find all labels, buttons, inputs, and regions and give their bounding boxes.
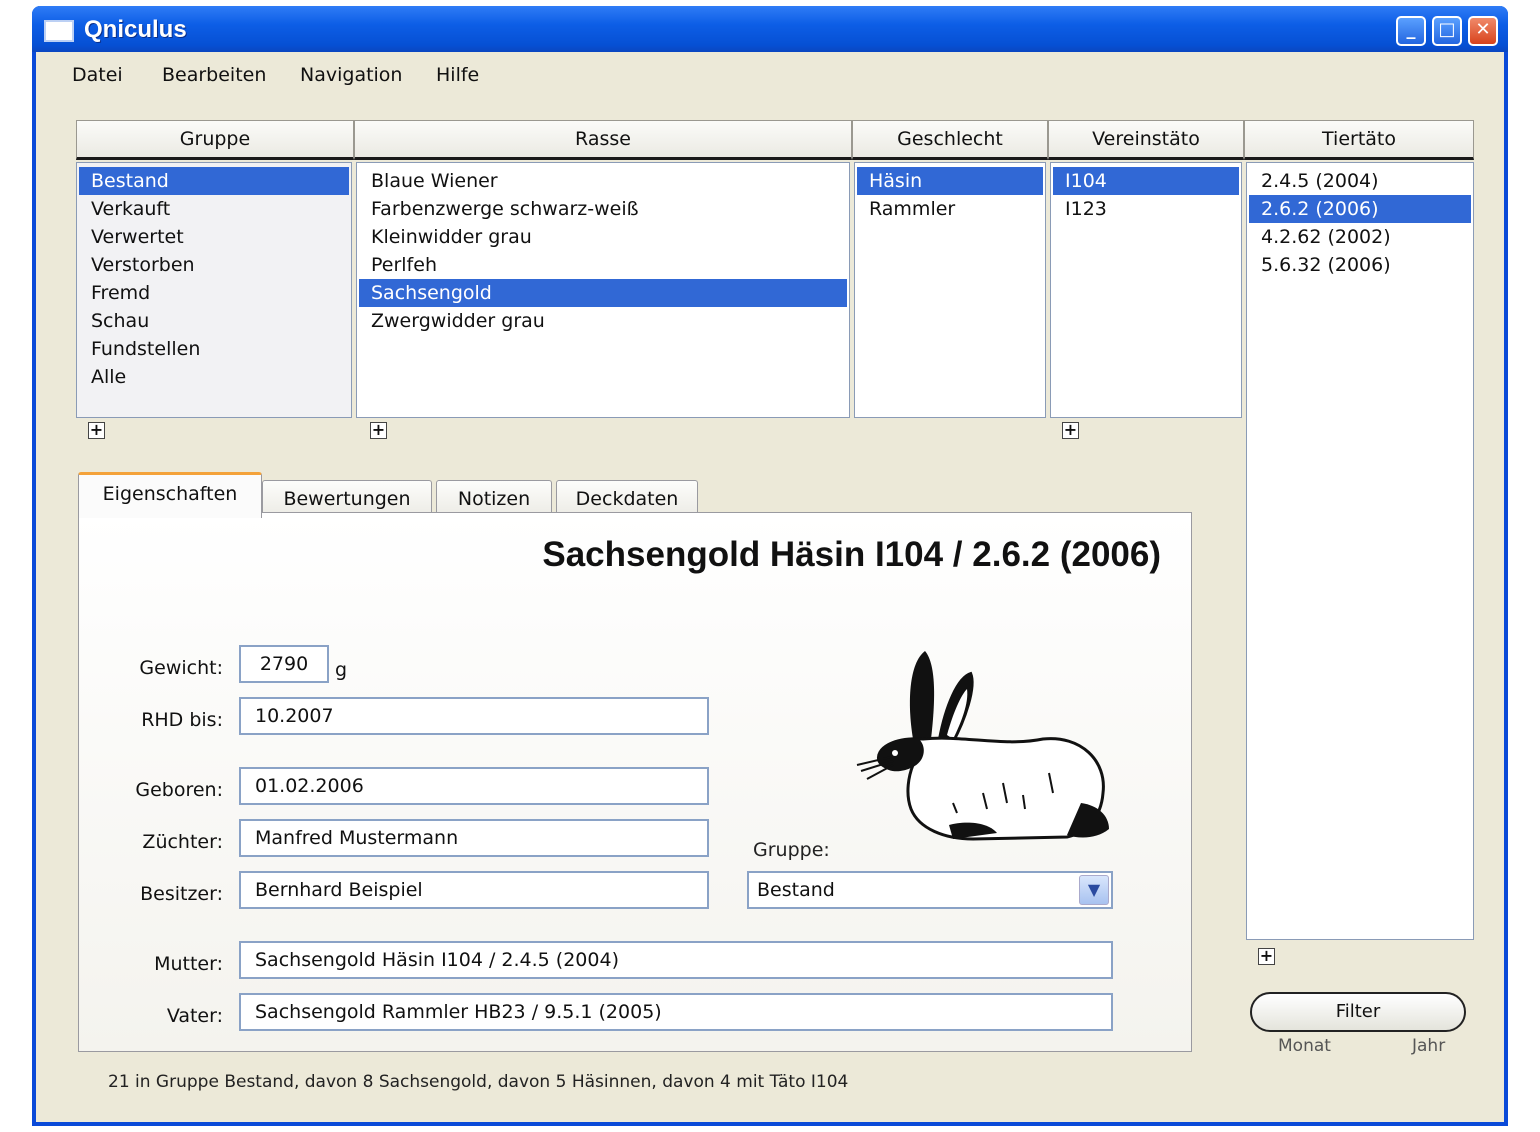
app-icon	[44, 20, 74, 42]
header-vereinstaeto[interactable]: Vereinstäto	[1048, 120, 1244, 160]
header-geschlecht[interactable]: Geschlecht	[852, 120, 1048, 160]
header-rasse[interactable]: Rasse	[354, 120, 852, 160]
list-item[interactable]: Häsin	[857, 167, 1043, 195]
animal-title: Sachsengold Häsin I104 / 2.6.2 (2006)	[542, 535, 1161, 574]
list-item[interactable]: Kleinwidder grau	[359, 223, 847, 251]
list-rasse[interactable]: Blaue Wiener Farbenzwerge schwarz-weiß Kle…	[356, 162, 850, 418]
list-item[interactable]: Alle	[79, 363, 349, 391]
app-window: Qniculus _ □ ✕ Datei Bearbeiten Navigati…	[32, 6, 1508, 1126]
status-bar-text: 21 in Gruppe Bestand, davon 8 Sachsengol…	[108, 1072, 849, 1092]
besitzer-field[interactable]: Bernhard Beispiel	[239, 871, 709, 909]
geboren-label: Geboren:	[135, 779, 223, 801]
list-item[interactable]: 4.2.62 (2002)	[1249, 223, 1471, 251]
gruppe-select-value: Bestand	[757, 879, 835, 901]
list-item[interactable]: Blaue Wiener	[359, 167, 847, 195]
gewicht-label: Gewicht:	[139, 657, 223, 679]
tab-eigenschaften[interactable]: Eigenschaften	[78, 472, 262, 518]
zuechter-label: Züchter:	[142, 831, 223, 853]
mutter-field[interactable]: Sachsengold Häsin I104 / 2.4.5 (2004)	[239, 941, 1113, 979]
maximize-button[interactable]: □	[1432, 16, 1462, 46]
menu-bar: Datei Bearbeiten Navigation Hilfe	[36, 58, 1504, 94]
list-item[interactable]: I104	[1053, 167, 1239, 195]
list-tiertaeto[interactable]: 2.4.5 (2004) 2.6.2 (2006) 4.2.62 (2002) 5.6…	[1246, 162, 1474, 940]
list-item[interactable]: 2.4.5 (2004)	[1249, 167, 1471, 195]
filter-button[interactable]: Filter	[1250, 992, 1466, 1032]
tab-bewertungen[interactable]: Bewertungen	[262, 480, 432, 516]
header-gruppe[interactable]: Gruppe	[76, 120, 354, 160]
rhd-label: RHD bis:	[141, 709, 223, 731]
list-item[interactable]: Verstorben	[79, 251, 349, 279]
menu-bearbeiten[interactable]: Bearbeiten	[162, 64, 266, 86]
add-tiertaeto-button[interactable]: +	[1258, 948, 1275, 965]
jahr-label: Jahr	[1412, 1036, 1446, 1056]
add-gruppe-button[interactable]: +	[88, 422, 105, 439]
tab-deckdaten[interactable]: Deckdaten	[556, 480, 698, 516]
geboren-field[interactable]: 01.02.2006	[239, 767, 709, 805]
tab-notizen[interactable]: Notizen	[436, 480, 552, 516]
title-bar[interactable]: Qniculus _ □ ✕	[32, 6, 1508, 52]
list-item[interactable]: Fremd	[79, 279, 349, 307]
menu-hilfe[interactable]: Hilfe	[436, 64, 479, 86]
mutter-label: Mutter:	[154, 953, 223, 975]
rhd-field[interactable]: 10.2007	[239, 697, 709, 735]
besitzer-label: Besitzer:	[140, 883, 223, 905]
gruppe-select[interactable]: Bestand ▼	[747, 871, 1113, 909]
monat-label: Monat	[1278, 1036, 1331, 1056]
list-vereinstaeto[interactable]: I104 I123	[1050, 162, 1242, 418]
list-geschlecht[interactable]: Häsin Rammler	[854, 162, 1046, 418]
eigenschaften-panel: Sachsengold Häsin I104 / 2.6.2 (2006) Ge…	[78, 512, 1192, 1052]
gruppe-select-label: Gruppe:	[753, 839, 830, 861]
list-gruppe[interactable]: Bestand Verkauft Verwertet Verstorben Fremd S…	[76, 162, 352, 418]
list-item[interactable]: Perlfeh	[359, 251, 847, 279]
list-item[interactable]: Verkauft	[79, 195, 349, 223]
menu-datei[interactable]: Datei	[72, 64, 123, 86]
header-tiertaeto[interactable]: Tiertäto	[1244, 120, 1474, 160]
list-item[interactable]: 2.6.2 (2006)	[1249, 195, 1471, 223]
gewicht-field[interactable]: 2790	[239, 645, 329, 683]
gewicht-unit: g	[335, 659, 348, 681]
list-item[interactable]: Verwertet	[79, 223, 349, 251]
list-item[interactable]: 5.6.32 (2006)	[1249, 251, 1471, 279]
add-vereinstaeto-button[interactable]: +	[1062, 422, 1079, 439]
vater-field[interactable]: Sachsengold Rammler HB23 / 9.5.1 (2005)	[239, 993, 1113, 1031]
window-title: Qniculus	[84, 16, 187, 43]
list-item[interactable]: Zwergwidder grau	[359, 307, 847, 335]
minimize-button[interactable]: _	[1396, 16, 1426, 46]
list-item[interactable]: Rammler	[857, 195, 1043, 223]
list-item[interactable]: Fundstellen	[79, 335, 349, 363]
rabbit-illustration	[856, 651, 1109, 841]
list-item[interactable]: I123	[1053, 195, 1239, 223]
list-item[interactable]: Bestand	[79, 167, 349, 195]
zuechter-field[interactable]: Manfred Mustermann	[239, 819, 709, 857]
add-rasse-button[interactable]: +	[370, 422, 387, 439]
list-item[interactable]: Sachsengold	[359, 279, 847, 307]
close-button[interactable]: ✕	[1468, 16, 1498, 46]
chevron-down-icon[interactable]: ▼	[1079, 875, 1109, 905]
menu-navigation[interactable]: Navigation	[300, 64, 402, 86]
list-item[interactable]: Farbenzwerge schwarz-weiß	[359, 195, 847, 223]
vater-label: Vater:	[166, 1005, 223, 1027]
list-item[interactable]: Schau	[79, 307, 349, 335]
